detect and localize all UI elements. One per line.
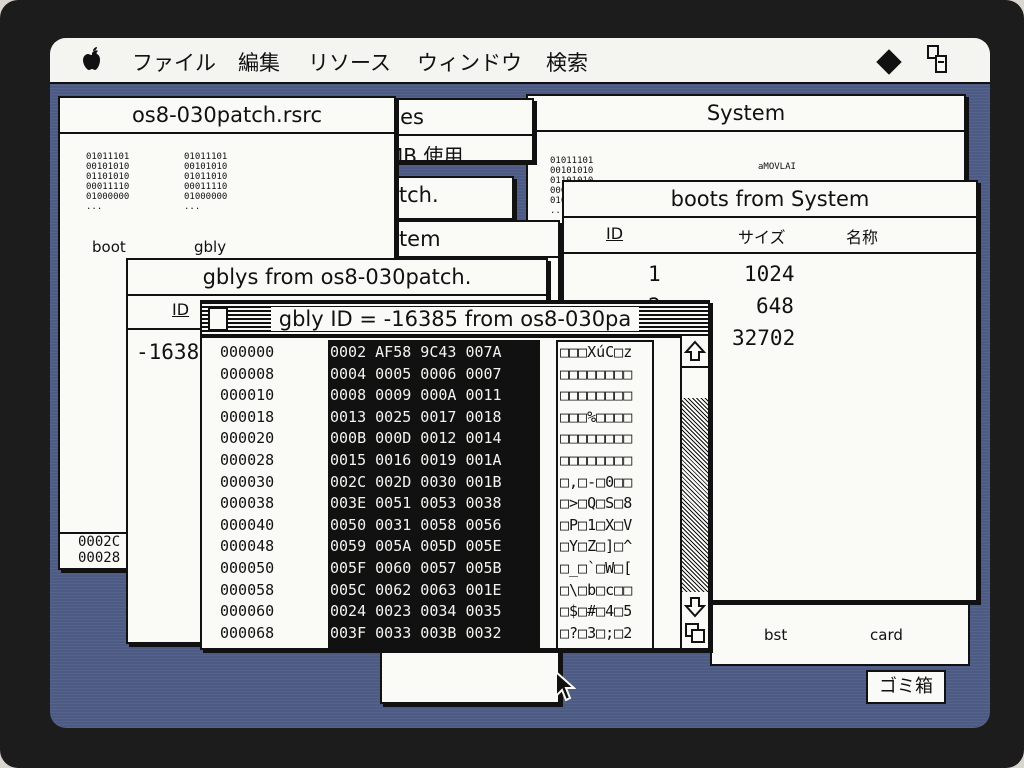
gbly-resource-label[interactable]: gbly — [194, 238, 226, 256]
menu-bar: ファイル 編集 リソース ウィンドウ 検索 — [50, 38, 990, 84]
hex-editor-window[interactable]: gbly ID = -16385 from os8-030pa 000000 0… — [200, 300, 710, 650]
column-id[interactable]: ID — [172, 300, 189, 319]
hex-row[interactable]: 0008 0009 000A 0011 — [330, 385, 502, 407]
hex-window-title: gbly ID = -16385 from os8-030pa — [270, 307, 640, 331]
boots-column-header: ID サイズ 名称 — [564, 216, 976, 254]
mouse-pointer-icon — [555, 670, 576, 702]
ascii-row[interactable]: □\□b□c□□ — [560, 580, 632, 602]
scroll-track[interactable] — [682, 398, 708, 592]
scroll-thumb[interactable] — [682, 366, 708, 400]
ascii-row[interactable]: □□□%□□□□ — [560, 407, 632, 429]
gbly-resource-icon[interactable]: 01011101 00101010 01011010 00011110 0100… — [184, 152, 227, 212]
hex-row[interactable]: 0059 005A 005D 005E — [330, 536, 502, 558]
hex-row[interactable]: 005F 0060 0057 005B — [330, 558, 502, 580]
diamond-icon[interactable] — [876, 49, 902, 75]
offset: 000050 — [220, 559, 275, 577]
menu-resource[interactable]: リソース — [308, 47, 391, 77]
hex-data-selection[interactable]: 0002 AF58 9C43 007A 0004 0005 0006 0007 … — [328, 340, 540, 648]
hex-row[interactable]: 0015 0016 0019 001A — [330, 450, 502, 472]
scroll-up-arrow-icon[interactable] — [684, 340, 706, 362]
resource-icon-caption: aMOVLAI — [758, 162, 796, 172]
gblys-row-id[interactable]: -1638 — [136, 340, 199, 364]
boots-row-size[interactable]: 648 — [756, 294, 794, 318]
hex-row[interactable]: 0013 0025 0017 0018 — [330, 407, 502, 429]
offset: 000018 — [220, 407, 275, 426]
properties-window[interactable]: ties MB 使用 — [380, 98, 534, 162]
resource-label-bst[interactable]: bst — [764, 626, 787, 644]
boots-row-size[interactable]: 32702 — [732, 326, 795, 350]
close-box-icon[interactable] — [208, 307, 228, 331]
boots-row-size[interactable]: 1024 — [744, 262, 795, 286]
ascii-row[interactable]: □>□Q□S□8 — [560, 493, 632, 515]
column-id[interactable]: ID — [606, 224, 623, 243]
system-bottom-strip: bst card — [710, 602, 970, 666]
offset: 000060 — [220, 602, 275, 621]
os8-window-title[interactable]: os8-030patch.rsrc — [60, 98, 394, 134]
offset: 000028 — [220, 451, 275, 469]
offset: 000030 — [220, 472, 275, 491]
hex-row[interactable]: 000B 000D 0012 0014 — [330, 428, 502, 450]
hex-row[interactable]: 002C 002D 0030 001B — [330, 472, 502, 494]
ascii-row[interactable]: □□□□□□□□ — [560, 450, 632, 472]
ascii-row[interactable]: □P□1□X□V — [560, 515, 632, 537]
hex-row[interactable]: 003F 0033 003B 0032 — [330, 623, 502, 645]
system-window-title[interactable]: System — [528, 96, 964, 132]
column-name[interactable]: 名称 — [846, 224, 878, 248]
hex-row[interactable]: 0002 AF58 9C43 007A — [330, 342, 502, 364]
offset: 000038 — [220, 494, 275, 513]
boot-resource-icon[interactable]: 01011101 00101010 01101010 00011110 0100… — [86, 152, 129, 212]
gblys-window-title[interactable]: gblys from os8-030patch. — [128, 260, 546, 296]
offset: 000020 — [220, 429, 275, 448]
resource-label-card[interactable]: card — [870, 626, 903, 644]
menu-search[interactable]: 検索 — [546, 47, 588, 77]
ascii-row[interactable]: □□□□□□□□ — [560, 428, 632, 450]
hex-row[interactable]: 003E 0051 0053 0038 — [330, 493, 502, 515]
hex-window-title-bar[interactable]: gbly ID = -16385 from os8-030pa — [202, 302, 708, 338]
offset: 000048 — [220, 537, 275, 556]
desktop: ファイル 編集 リソース ウィンドウ 検索 System 01011101 00… — [50, 38, 990, 728]
ascii-row[interactable]: □□□□□□□□ — [560, 364, 632, 386]
patch-window[interactable]: atch. — [380, 176, 514, 220]
patch-window-title[interactable]: atch. — [382, 178, 512, 212]
offset: 000040 — [220, 515, 275, 534]
ascii-row[interactable]: □□□XúC□z — [560, 342, 632, 364]
boot-resource-label[interactable]: boot — [92, 238, 126, 256]
ascii-row[interactable]: □_□`□W□[ — [560, 558, 632, 580]
menu-file[interactable]: ファイル — [132, 47, 216, 77]
properties-window-title[interactable]: ties — [382, 100, 532, 136]
hex-row[interactable]: 0050 0031 0058 0056 — [330, 515, 502, 537]
offset: 000010 — [220, 386, 275, 405]
hex-row[interactable]: 005C 0062 0063 001E — [330, 580, 502, 602]
scroll-down-arrow-icon[interactable] — [684, 596, 706, 618]
menu-window[interactable]: ウィンドウ — [417, 47, 522, 77]
trash-icon[interactable]: ゴミ箱 — [866, 670, 946, 704]
memory-usage-text: MB 使用 — [386, 144, 464, 162]
stem-window-title[interactable]: stem — [382, 222, 558, 258]
ascii-row[interactable]: □$□#□4□5 — [560, 601, 632, 623]
ascii-column[interactable]: □□□XúC□z □□□□□□□□ □□□□□□□□ □□□%□□□□ □□□□… — [556, 340, 654, 648]
ascii-row[interactable]: □,□-□0□□ — [560, 472, 632, 494]
apple-menu-icon[interactable] — [80, 46, 104, 72]
boots-row-id[interactable]: 1 — [648, 262, 661, 286]
column-size[interactable]: サイズ — [738, 224, 786, 248]
boots-window-title[interactable]: boots from System — [564, 182, 976, 218]
vertical-scrollbar[interactable] — [680, 336, 708, 648]
hex-row[interactable]: 0004 0005 0006 0007 — [330, 364, 502, 386]
menu-edit[interactable]: 編集 — [238, 47, 280, 77]
offset: 000058 — [220, 580, 275, 599]
ascii-row[interactable]: □?□3□;□2 — [560, 623, 632, 645]
application-menu-icon[interactable] — [924, 44, 950, 76]
offset: 000068 — [220, 623, 275, 642]
ascii-row[interactable]: □Y□Z□]□^ — [560, 536, 632, 558]
hex-row[interactable]: 0024 0023 0034 0035 — [330, 601, 502, 623]
resize-box-icon[interactable] — [684, 622, 706, 644]
offset: 000000 — [220, 343, 275, 361]
offset: 000008 — [220, 364, 275, 383]
ascii-row[interactable]: □□□□□□□□ — [560, 385, 632, 407]
